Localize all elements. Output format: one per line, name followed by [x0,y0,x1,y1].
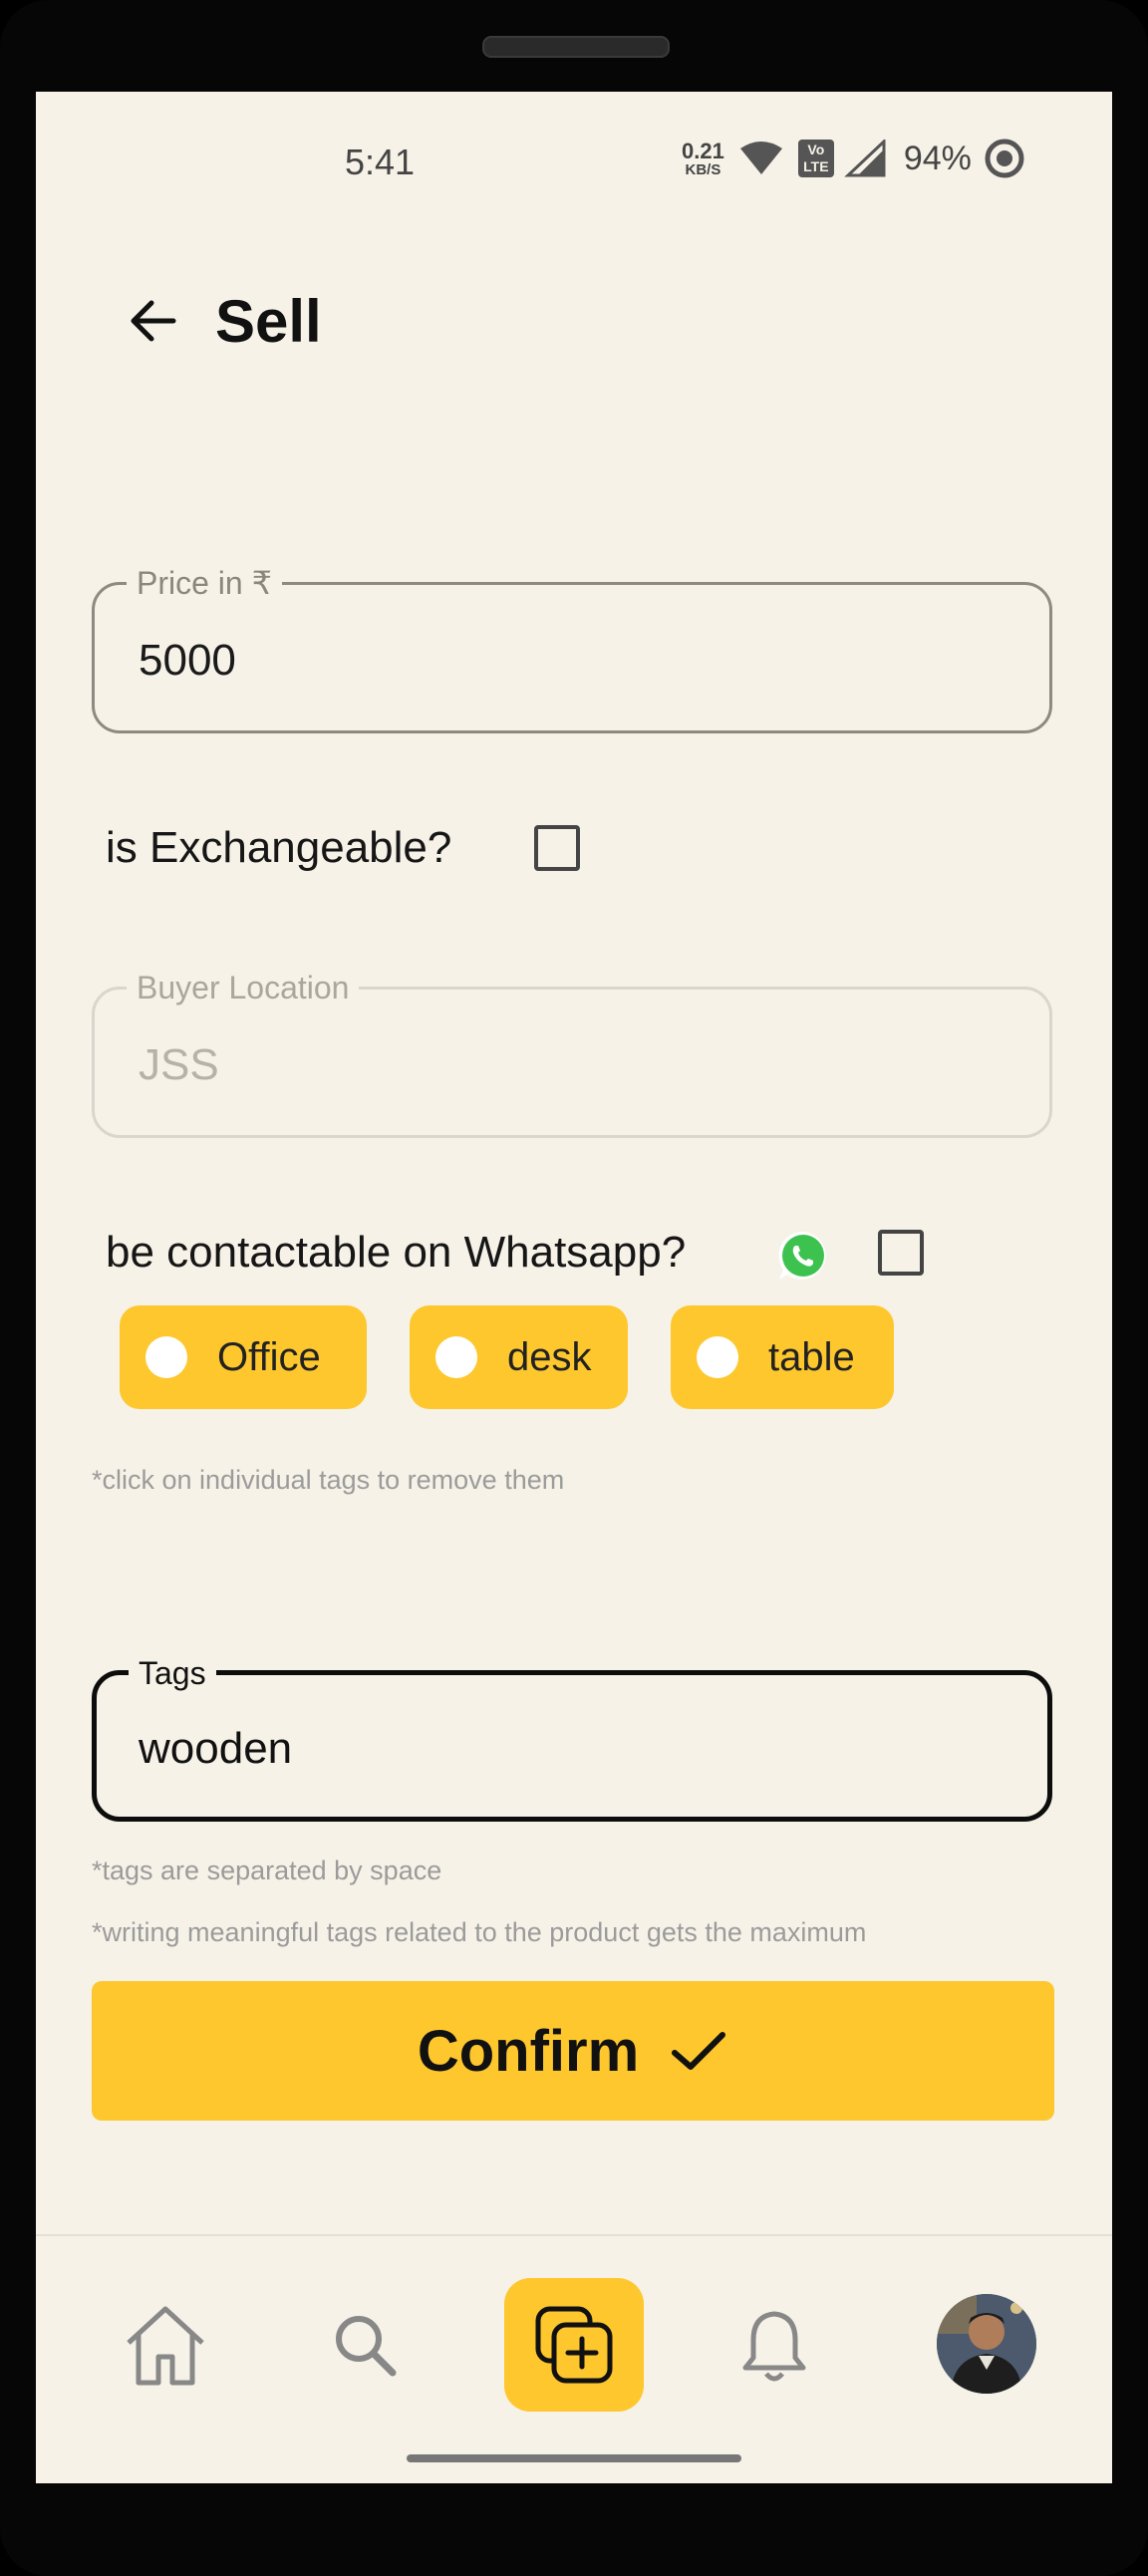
battery-saver-icon [985,139,1024,178]
status-icons: 0.21 KB/S Vo LTE 94% [682,136,1025,181]
wifi-icon [739,142,782,174]
page-title: Sell [215,288,322,355]
app-screen: 5:41 0.21 KB/S Vo LTE 94% Sell Price in … [36,92,1112,2483]
price-value: 5000 [139,636,236,685]
exchangeable-checkbox[interactable] [534,825,580,871]
nav-search[interactable] [321,2296,411,2396]
tags-separator-hint: *tags are separated by space [92,1856,442,1885]
exchangeable-label: is Exchangeable? [106,823,452,872]
search-icon [336,2316,397,2377]
tag-chip-desk[interactable]: desk [410,1305,628,1409]
avatar[interactable] [937,2294,1036,2394]
tag-label: Office [217,1334,321,1379]
home-indicator [407,2454,741,2462]
volte-icon: Vo LTE [797,140,834,177]
net-speed-value: 0.21 [682,138,724,163]
whatsapp-checkbox[interactable] [878,1230,924,1276]
add-post-icon [535,2306,613,2384]
tags-field[interactable]: Tags wooden [92,1653,1052,1822]
confirm-button[interactable]: Confirm [92,1981,1054,2121]
volte-line1: Vo [807,142,825,157]
net-speed: 0.21 KB/S [682,138,724,178]
avatar-image [937,2294,1036,2394]
battery-percent: 94% [903,139,972,177]
tag-radio [435,1336,477,1378]
confirm-label: Confirm [417,2018,640,2084]
tags-meaningful-hint: *writing meaningful tags related to the … [92,1917,867,1947]
tag-label: desk [507,1334,592,1379]
tag-label: table [768,1334,855,1379]
tag-chip-office[interactable]: Office [120,1305,367,1409]
nav-home[interactable] [118,2296,213,2396]
price-field[interactable]: Price in ₹ 5000 [92,563,1052,733]
bell-icon [742,2311,806,2382]
net-speed-unit: KB/S [685,160,721,178]
nav-add-post[interactable] [504,2278,644,2412]
signal-icon [844,140,886,177]
volte-line2: LTE [803,158,829,174]
tags-value: wooden [139,1724,293,1773]
status-time: 5:41 [345,142,416,182]
tag-radio [697,1336,738,1378]
arrow-left-icon[interactable] [126,293,181,349]
speaker-grille [482,36,670,58]
bottom-nav [36,2234,1112,2483]
tags-label: Tags [129,1653,216,1693]
buyer-location-value: JSS [139,1040,219,1089]
buyer-location-label: Buyer Location [127,968,360,1007]
check-icon [672,2032,726,2070]
whatsapp-label: be contactable on Whatsapp? [106,1228,687,1277]
buyer-location-field: Buyer Location JSS [92,968,1052,1138]
tag-chip-table[interactable]: table [671,1305,894,1409]
nav-notifications[interactable] [735,2294,813,2398]
home-icon [127,2306,204,2386]
tags-remove-hint: *click on individual tags to remove them [92,1465,565,1495]
whatsapp-icon [778,1231,826,1280]
price-label: Price in ₹ [127,563,282,603]
tag-radio [145,1336,187,1378]
phone-frame: 5:41 0.21 KB/S Vo LTE 94% Sell Price in … [0,0,1148,2576]
